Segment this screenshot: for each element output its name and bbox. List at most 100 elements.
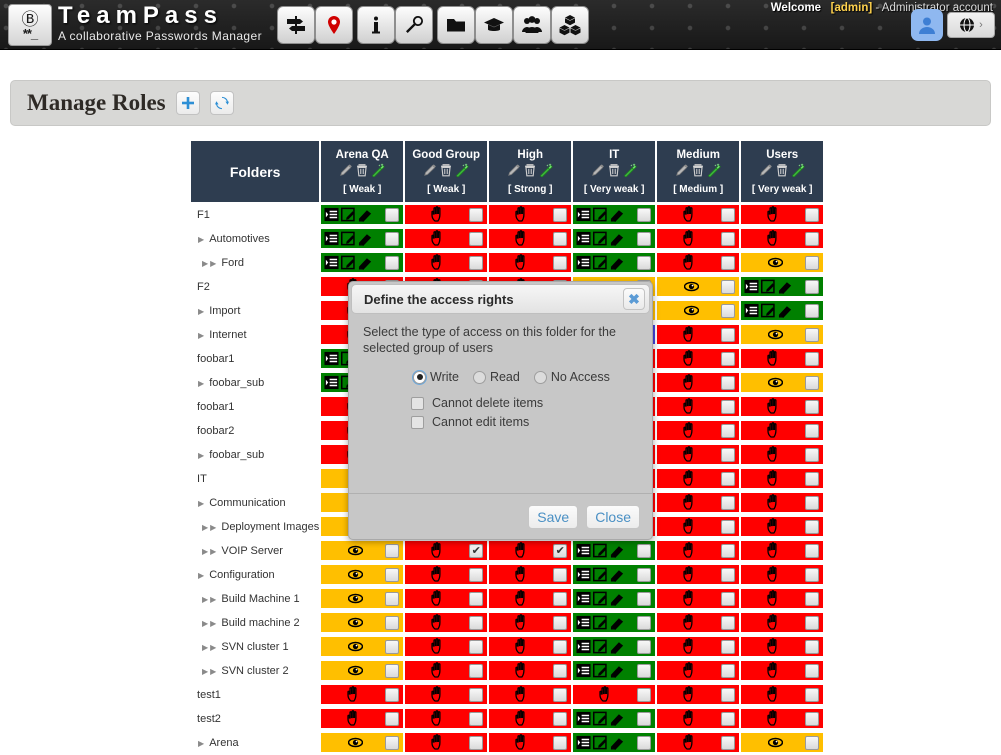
folder-name-cell[interactable]: test2: [190, 707, 321, 731]
access-checkbox[interactable]: [805, 279, 820, 294]
access-checkbox[interactable]: [721, 519, 736, 534]
access-cell[interactable]: [320, 587, 405, 611]
access-cell[interactable]: [740, 395, 825, 419]
access-box[interactable]: [572, 251, 657, 273]
access-checkbox[interactable]: [721, 423, 736, 438]
access-checkbox[interactable]: [721, 279, 736, 294]
access-box[interactable]: [320, 707, 405, 729]
access-cell[interactable]: [404, 251, 489, 275]
access-cell[interactable]: ✔: [404, 539, 489, 563]
access-checkbox[interactable]: [469, 687, 484, 702]
access-checkbox[interactable]: [469, 231, 484, 246]
access-checkbox[interactable]: [805, 447, 820, 462]
generate-password-button[interactable]: [791, 162, 806, 182]
access-checkbox[interactable]: [553, 231, 568, 246]
access-box[interactable]: [488, 587, 573, 609]
access-cell[interactable]: [656, 419, 741, 443]
access-checkbox[interactable]: [721, 207, 736, 222]
access-checkbox[interactable]: [805, 519, 820, 534]
access-checkbox[interactable]: [385, 591, 400, 606]
edit-role-button[interactable]: [507, 163, 521, 182]
access-checkbox[interactable]: [721, 447, 736, 462]
access-cell[interactable]: [740, 563, 825, 587]
access-box[interactable]: [572, 731, 657, 753]
access-checkbox[interactable]: [721, 663, 736, 678]
access-box[interactable]: ✔: [404, 539, 489, 561]
folder-name-cell[interactable]: ▶ Import: [190, 299, 321, 323]
access-box[interactable]: [488, 659, 573, 681]
access-box[interactable]: [656, 491, 741, 513]
access-box[interactable]: [320, 587, 405, 609]
access-cell[interactable]: [656, 731, 741, 755]
access-box[interactable]: [404, 251, 489, 273]
access-checkbox[interactable]: [385, 231, 400, 246]
access-checkbox[interactable]: [553, 567, 568, 582]
access-checkbox[interactable]: [805, 663, 820, 678]
folder-name-cell[interactable]: ▶ Arena: [190, 731, 321, 755]
access-cell[interactable]: [320, 659, 405, 683]
access-box[interactable]: [572, 539, 657, 561]
access-cell[interactable]: [740, 443, 825, 467]
access-box[interactable]: [320, 611, 405, 633]
edit-role-button[interactable]: [339, 163, 353, 182]
access-box[interactable]: [404, 227, 489, 249]
delete-role-button[interactable]: [439, 163, 453, 182]
access-cell[interactable]: [404, 707, 489, 731]
access-box[interactable]: [740, 347, 825, 369]
access-cell[interactable]: ✔: [488, 539, 573, 563]
access-checkbox[interactable]: [637, 207, 652, 222]
access-checkbox[interactable]: [721, 471, 736, 486]
access-cell[interactable]: [740, 587, 825, 611]
access-checkbox[interactable]: [553, 711, 568, 726]
access-cell[interactable]: [656, 251, 741, 275]
access-cell[interactable]: [572, 683, 657, 707]
delete-role-button[interactable]: [355, 163, 369, 182]
access-cell[interactable]: [404, 683, 489, 707]
access-checkbox[interactable]: [721, 351, 736, 366]
access-checkbox[interactable]: [805, 231, 820, 246]
access-cell[interactable]: [320, 683, 405, 707]
edit-role-button[interactable]: [759, 163, 773, 182]
access-checkbox[interactable]: [553, 591, 568, 606]
access-box[interactable]: [740, 491, 825, 513]
folder-name-cell[interactable]: ▶ Communication: [190, 491, 321, 515]
access-checkbox[interactable]: [721, 303, 736, 318]
access-box[interactable]: [572, 203, 657, 225]
access-box[interactable]: [740, 227, 825, 249]
nav-roles-button[interactable]: [475, 6, 513, 44]
access-checkbox[interactable]: [385, 711, 400, 726]
folder-name-cell[interactable]: ▶ ▶ Deployment Images: [190, 515, 321, 539]
access-cell[interactable]: [488, 611, 573, 635]
access-box[interactable]: [740, 731, 825, 753]
access-box[interactable]: [656, 635, 741, 657]
generate-password-button[interactable]: [539, 162, 554, 182]
access-cell[interactable]: [320, 539, 405, 563]
access-box[interactable]: [656, 683, 741, 705]
access-box[interactable]: [404, 683, 489, 705]
folder-name-cell[interactable]: ▶ Internet: [190, 323, 321, 347]
folder-name-cell[interactable]: foobar1: [190, 347, 321, 371]
access-box[interactable]: [740, 467, 825, 489]
close-icon[interactable]: ✖: [623, 288, 645, 310]
access-box[interactable]: [740, 683, 825, 705]
folder-name-cell[interactable]: ▶ ▶ Build machine 2: [190, 611, 321, 635]
access-cell[interactable]: [656, 587, 741, 611]
access-cell[interactable]: [488, 659, 573, 683]
access-cell[interactable]: [740, 203, 825, 227]
access-cell[interactable]: [656, 323, 741, 347]
access-box[interactable]: [404, 707, 489, 729]
access-cell[interactable]: [740, 539, 825, 563]
access-cell[interactable]: [656, 659, 741, 683]
access-cell[interactable]: [404, 731, 489, 755]
access-box[interactable]: [740, 539, 825, 561]
access-cell[interactable]: [656, 203, 741, 227]
access-checkbox[interactable]: [637, 543, 652, 558]
access-box[interactable]: [740, 515, 825, 537]
access-checkbox[interactable]: [469, 735, 484, 750]
delete-role-button[interactable]: [523, 163, 537, 182]
access-box[interactable]: [320, 227, 405, 249]
access-box[interactable]: [656, 563, 741, 585]
access-box[interactable]: [320, 659, 405, 681]
save-button[interactable]: Save: [528, 504, 579, 529]
access-checkbox[interactable]: [469, 567, 484, 582]
